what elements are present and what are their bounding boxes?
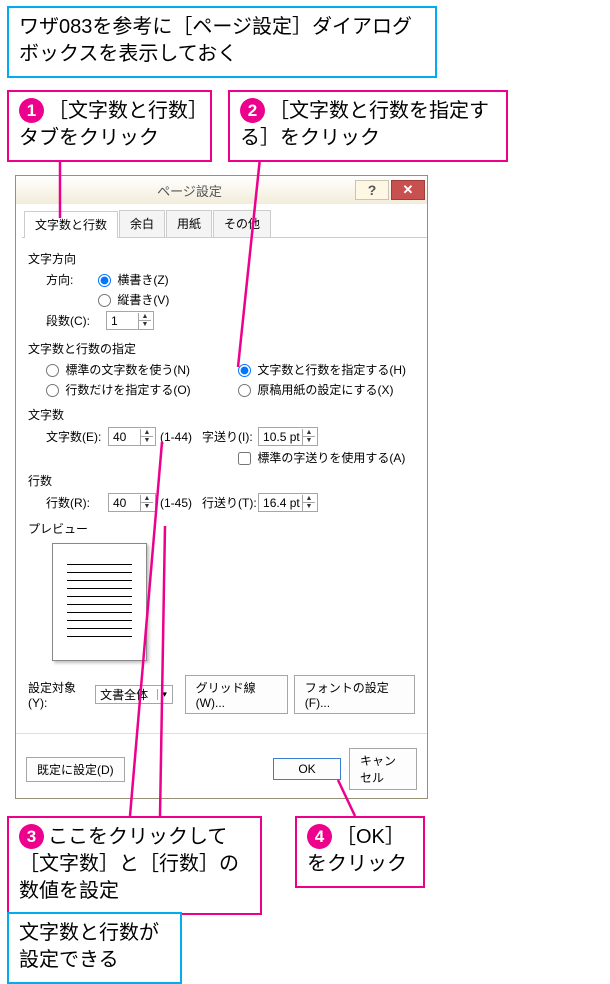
line-pitch-label: 行送り(T): [202,494,258,511]
section-direction: 文字方向 [28,250,415,267]
char-pitch-spinner[interactable]: 10.5 pt ▲▼ [258,427,318,446]
columns-spinner-buttons[interactable]: ▲▼ [138,313,151,329]
titlebar[interactable]: ページ設定 ? ✕ [16,176,427,204]
line-pitch-value: 16.4 pt [261,496,302,510]
chars-label: 文字数(E): [46,428,108,445]
chars-spinner-buttons[interactable]: ▲▼ [140,429,153,445]
radio-manuscript-grid[interactable]: 原稿用紙の設定にする(X) [238,381,393,398]
ok-button[interactable]: OK [273,758,341,780]
char-pitch-spinner-buttons[interactable]: ▲▼ [302,429,315,445]
line-pitch-spinner[interactable]: 16.4 pt ▲▼ [258,493,318,512]
callout-2-num: 2 [240,98,265,123]
use-standard-pitch-label: 標準の字送りを使用する(A) [257,451,405,465]
callout-step-4: 4［OK］をクリック [295,816,425,888]
callout-step-1: 1［文字数と行数］タブをクリック [7,90,212,162]
callout-1-num: 1 [19,98,44,123]
radio-chars-and-lines-label: 文字数と行数を指定する(H) [257,363,406,377]
columns-spinner[interactable]: 1 ▲▼ [106,311,154,330]
char-pitch-value: 10.5 pt [261,430,302,444]
gridlines-button[interactable]: グリッド線(W)... [185,675,288,714]
tabstrip: 文字数と行数 余白 用紙 その他 [22,210,427,238]
radio-lines-only[interactable]: 行数だけを指定する(O) [46,381,212,398]
lines-range: (1-45) [160,496,192,510]
callout-step-3: 3ここをクリックして［文字数］と［行数］の数値を設定 [7,816,262,915]
radio-horizontal[interactable]: 横書き(Z) [98,271,169,288]
direction-label: 方向: [46,271,98,288]
columns-value: 1 [109,314,138,328]
apply-to-select[interactable]: 文書全体 ▾ [95,685,173,704]
radio-horizontal-label: 横書き(Z) [117,273,168,287]
radio-manuscript-grid-label: 原稿用紙の設定にする(X) [257,383,393,397]
close-button[interactable]: ✕ [391,180,425,200]
callout-3-num: 3 [19,824,44,849]
tab-other[interactable]: その他 [213,210,271,237]
callout-1-text: ［文字数と行数］タブをクリック [19,100,198,149]
chars-spinner[interactable]: 40 ▲▼ [108,427,156,446]
columns-label: 段数(C): [46,312,106,329]
use-standard-pitch-checkbox[interactable]: 標準の字送りを使用する(A) [238,449,405,466]
callout-result: 文字数と行数が設定できる [7,912,182,984]
dialog-footer: 既定に設定(D) OK キャンセル [16,740,427,798]
callout-result-text: 文字数と行数が設定できる [19,922,159,971]
tab-margins[interactable]: 余白 [119,210,165,237]
cancel-button[interactable]: キャンセル [349,748,417,790]
section-spec: 文字数と行数の指定 [28,340,415,357]
apply-to-value: 文書全体 [98,686,148,703]
callout-intro: ワザ083を参考に［ページ設定］ダイアログボックスを表示しておく [7,6,437,78]
radio-default-chars[interactable]: 標準の文字数を使う(N) [46,361,212,378]
section-chars: 文字数 [28,406,415,423]
line-pitch-spinner-buttons[interactable]: ▲▼ [302,495,315,511]
callout-4-num: 4 [307,824,332,849]
lines-spinner-buttons[interactable]: ▲▼ [140,495,153,511]
chars-range: (1-44) [160,430,192,444]
help-button[interactable]: ? [355,180,389,200]
callout-3-text: ここをクリックして［文字数］と［行数］の数値を設定 [19,826,239,902]
apply-to-label: 設定対象(Y): [28,679,89,710]
char-pitch-label: 字送り(I): [202,428,258,445]
preview-thumbnail [52,543,147,661]
callout-step-2: 2［文字数と行数を指定する］をクリック [228,90,508,162]
tab-chars-lines[interactable]: 文字数と行数 [24,211,118,238]
radio-vertical[interactable]: 縦書き(V) [98,291,169,308]
lines-value: 40 [111,496,140,510]
caret-down-icon: ▾ [157,689,172,700]
divider [16,733,427,734]
radio-default-chars-label: 標準の文字数を使う(N) [65,363,190,377]
page-setup-dialog: ページ設定 ? ✕ 文字数と行数 余白 用紙 その他 文字方向 方向: 横書き(… [15,175,428,799]
font-settings-button[interactable]: フォントの設定(F)... [294,675,415,714]
callout-2-text: ［文字数と行数を指定する］をクリック [240,100,489,149]
chars-value: 40 [111,430,140,444]
lines-spinner[interactable]: 40 ▲▼ [108,493,156,512]
radio-chars-and-lines[interactable]: 文字数と行数を指定する(H) [238,361,406,378]
radio-vertical-label: 縦書き(V) [117,293,169,307]
radio-lines-only-label: 行数だけを指定する(O) [65,383,190,397]
dialog-title: ページ設定 [26,181,353,200]
set-default-button[interactable]: 既定に設定(D) [26,757,125,782]
section-preview: プレビュー [28,520,415,537]
callout-intro-text: ワザ083を参考に［ページ設定］ダイアログボックスを表示しておく [19,16,412,65]
tab-paper[interactable]: 用紙 [166,210,212,237]
section-lines: 行数 [28,472,415,489]
lines-label: 行数(R): [46,494,108,511]
